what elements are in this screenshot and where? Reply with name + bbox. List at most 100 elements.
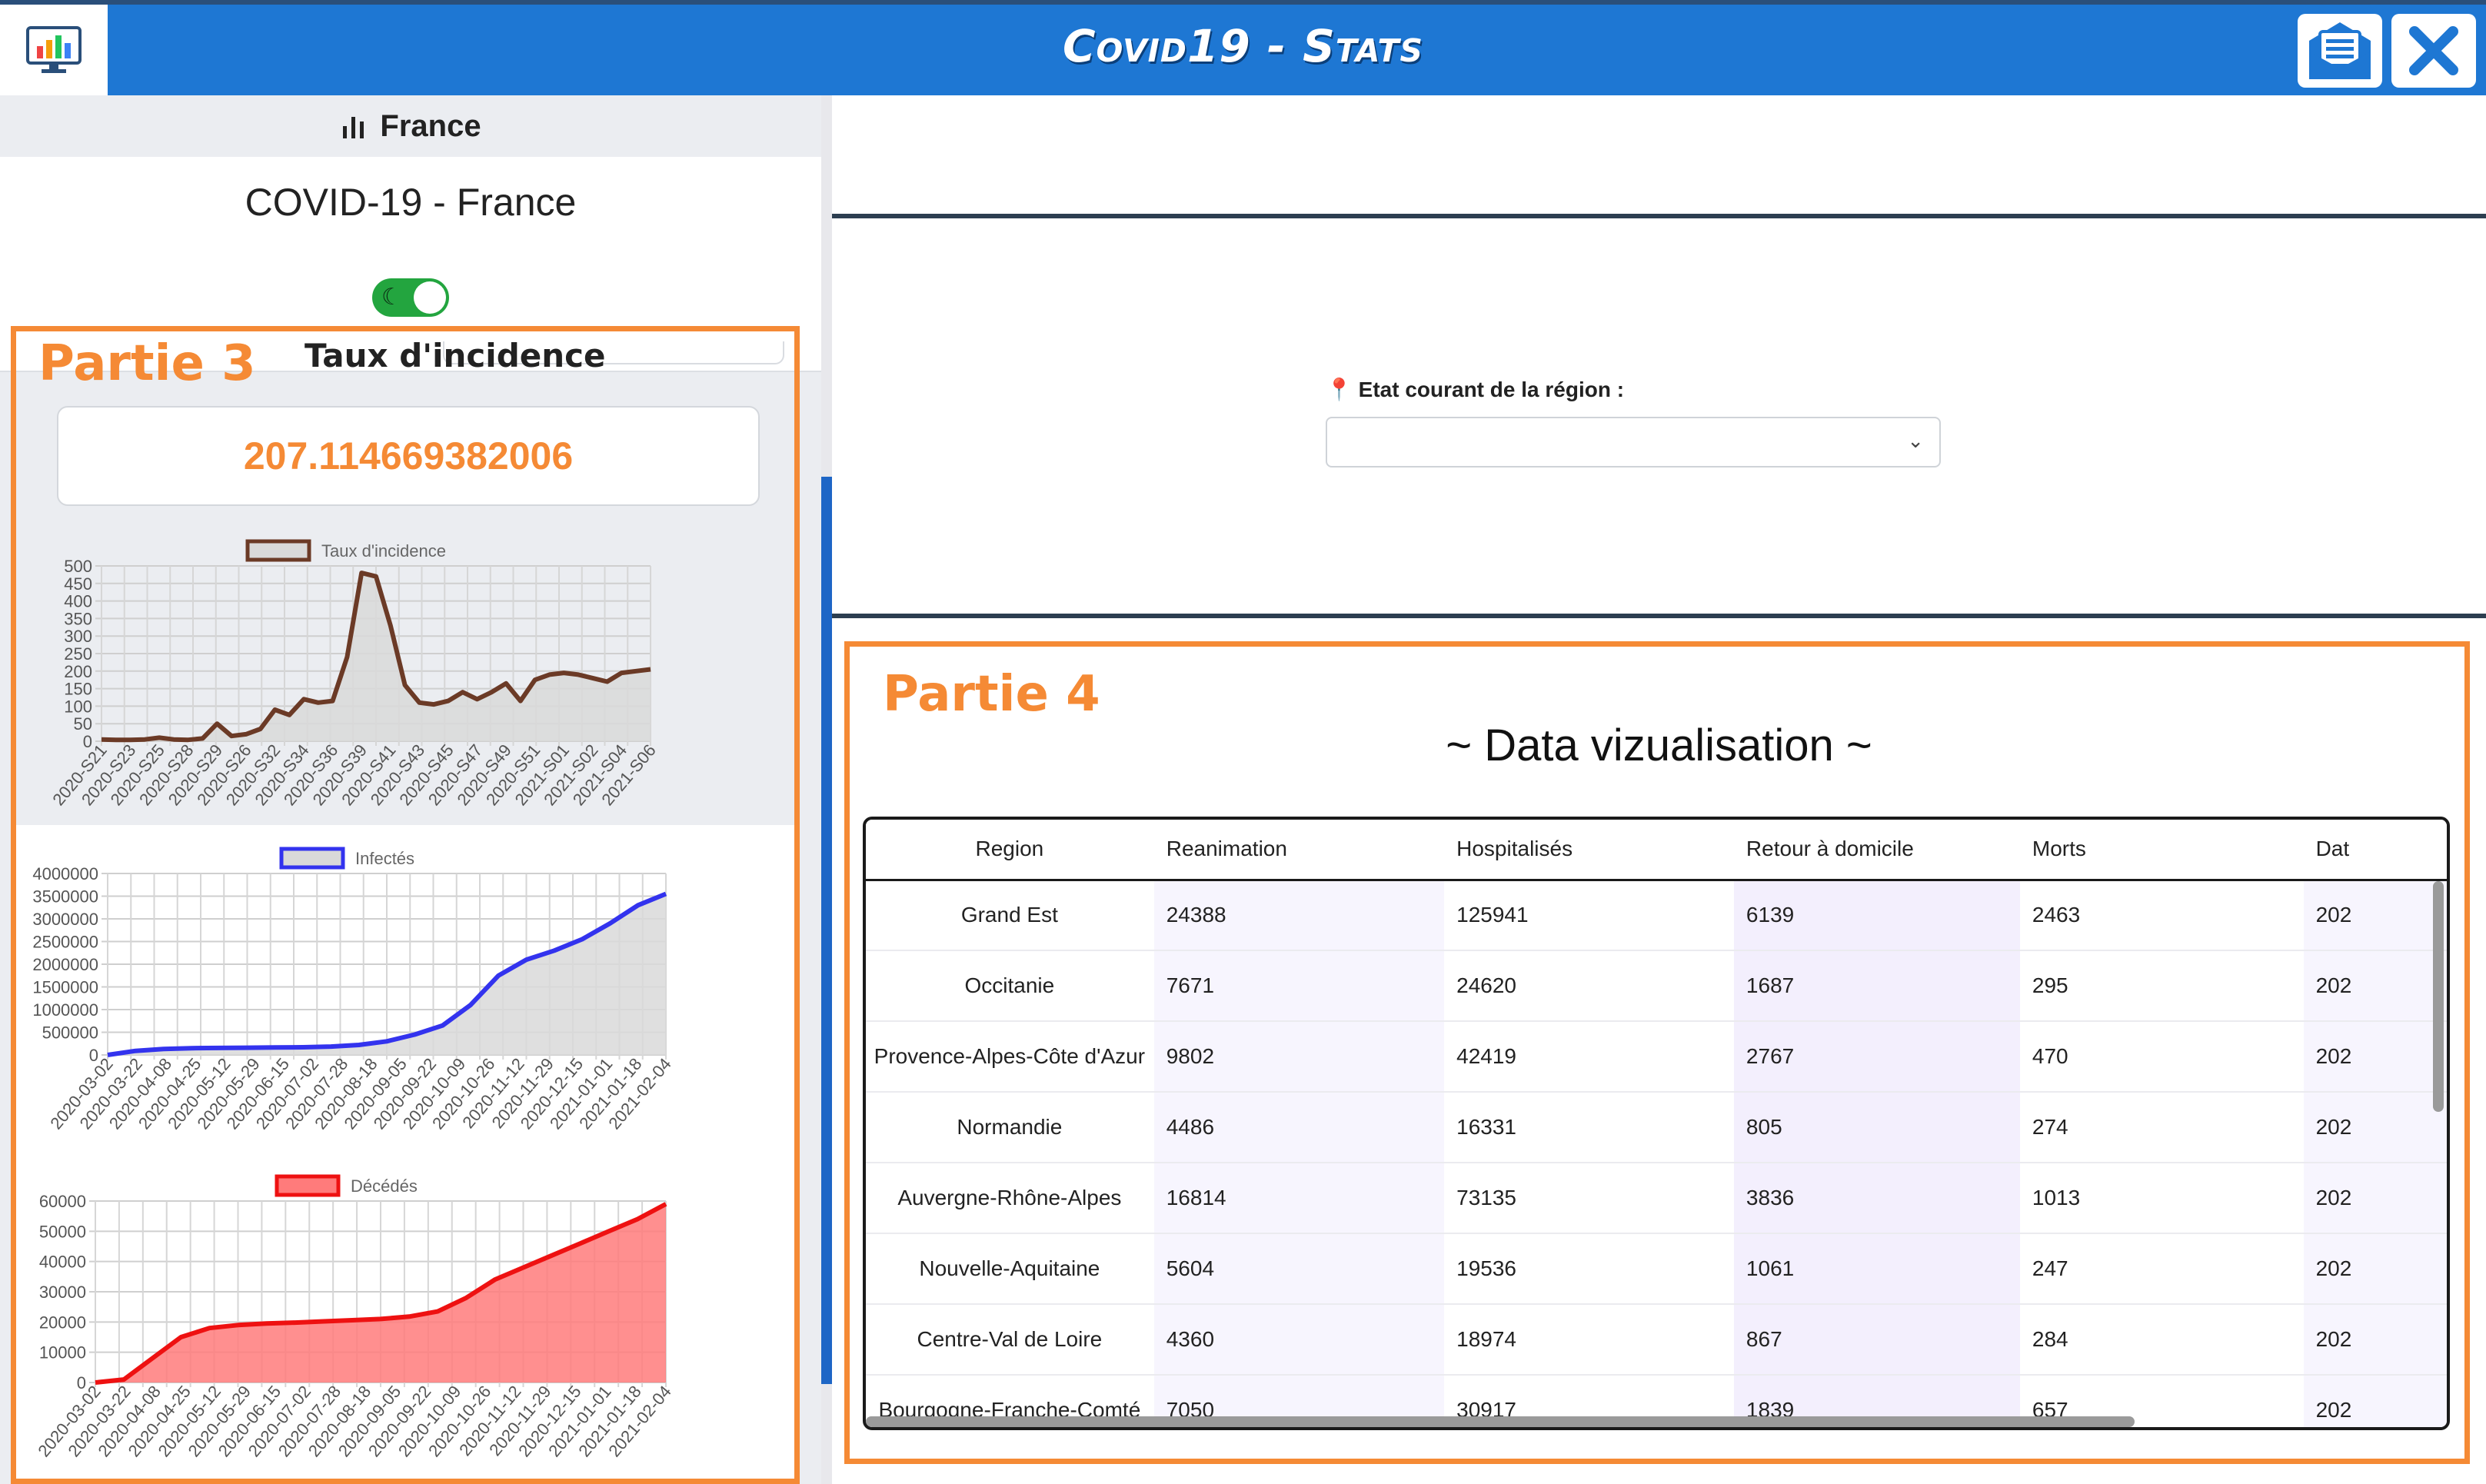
close-button[interactable] [2391, 14, 2476, 88]
cell-reanimation: 4486 [1153, 1092, 1445, 1163]
cell-date: 202 [2303, 880, 2447, 951]
cell-date: 202 [2303, 950, 2447, 1022]
cell-retour: 1061 [1733, 1233, 2020, 1305]
region-select[interactable]: ⌄ [1326, 417, 1941, 467]
cell-morts: 274 [2019, 1092, 2304, 1163]
chart-2-ytick-label: 60000 [39, 1192, 86, 1211]
cell-region: Occitanie [866, 950, 1154, 1022]
cell-morts: 247 [2019, 1233, 2304, 1305]
cell-date: 202 [2303, 1304, 2447, 1376]
table-row[interactable]: Centre-Val de Loire 4360 18974 867 284 202 [866, 1304, 2447, 1376]
dataviz-title: ~ Data vizualisation ~ [832, 720, 2486, 771]
cell-reanimation: 16814 [1153, 1163, 1445, 1234]
chart-1-ytick-label: 2500000 [32, 933, 98, 952]
messages-button[interactable] [2298, 14, 2382, 88]
chart-1-ytick-label: 3500000 [32, 887, 98, 907]
chart-2-ytick-label: 50000 [39, 1222, 86, 1241]
cell-date: 202 [2303, 1375, 2447, 1427]
table-header-row: Region Reanimation Hospitalisés Retour à… [866, 820, 2447, 881]
table-horizontal-scrollbar[interactable] [866, 1416, 2135, 1427]
cell-retour: 1687 [1733, 950, 2020, 1022]
left-scrollbar-thumb[interactable] [821, 477, 832, 1384]
chart-1-ytick-label: 1500000 [32, 978, 98, 997]
cell-retour: 2767 [1733, 1021, 2020, 1093]
cell-retour: 805 [1733, 1092, 2020, 1163]
chart-2-ytick-label: 40000 [39, 1253, 86, 1272]
chevron-down-icon: ⌄ [1907, 429, 1924, 452]
table-vertical-scrollbar[interactable] [2433, 881, 2444, 1112]
close-icon [2409, 26, 2458, 75]
chart-0-series-area [102, 573, 651, 741]
dataviz-title-text: ~ Data vizualisation ~ [1446, 720, 1872, 770]
col-header-hospitalises[interactable]: Hospitalisés [1444, 820, 1734, 881]
cell-hospitalises: 19536 [1444, 1233, 1734, 1305]
chart-1-ytick-label: 1000000 [32, 1000, 98, 1020]
cell-region: Provence-Alpes-Côte d'Azur [866, 1021, 1154, 1093]
chart-1-ytick-label: 500000 [42, 1023, 98, 1043]
cell-hospitalises: 42419 [1444, 1021, 1734, 1093]
cell-morts: 295 [2019, 950, 2304, 1022]
region-select-label-text: Etat courant de la région : [1358, 378, 1625, 401]
chart-2-ytick-label: 10000 [39, 1343, 86, 1363]
cell-date: 202 [2303, 1092, 2447, 1163]
chart-1-legend-label: Infectés [355, 849, 414, 868]
chart-1-legend-swatch [279, 847, 345, 870]
chart-0-ytick-label: 100 [64, 697, 92, 716]
cell-region: Auvergne-Rhône-Alpes [866, 1163, 1154, 1234]
col-header-region[interactable]: Region [866, 820, 1154, 881]
chart-0-ytick-label: 400 [64, 592, 92, 611]
cell-hospitalises: 24620 [1444, 950, 1734, 1022]
cell-region: Grand Est [866, 880, 1154, 951]
table-row[interactable]: Normandie 4486 16331 805 274 202 [866, 1092, 2447, 1163]
mail-list-icon [2309, 22, 2371, 79]
map-marker-icon: 📍 [1326, 378, 1353, 401]
table-row[interactable]: Provence-Alpes-Côte d'Azur 9802 42419 2767 4… [866, 1021, 2447, 1093]
chart-0-ytick-label: 450 [64, 574, 92, 594]
cell-region: Centre-Val de Loire [866, 1304, 1154, 1376]
cell-reanimation: 5604 [1153, 1233, 1445, 1305]
chart-0-legend-swatch [245, 539, 311, 562]
cell-reanimation: 4360 [1153, 1304, 1445, 1376]
chart-0-ytick-label: 250 [64, 644, 92, 664]
chart-1-ytick-label: 3000000 [32, 910, 98, 929]
chart-1-ytick-label: 2000000 [32, 955, 98, 974]
cell-date: 202 [2303, 1233, 2447, 1305]
cell-hospitalises: 125941 [1444, 880, 1734, 951]
col-header-reanimation[interactable]: Reanimation [1153, 820, 1445, 881]
cell-date: 202 [2303, 1021, 2447, 1093]
chart-0-ytick-label: 50 [74, 714, 92, 734]
cell-morts: 470 [2019, 1021, 2304, 1093]
data-table: Region Reanimation Hospitalisés Retour à… [866, 820, 2447, 1427]
chart-1-ytick-label: 4000000 [32, 864, 98, 883]
table-row[interactable]: Nouvelle-Aquitaine 5604 19536 1061 247 202 [866, 1233, 2447, 1305]
divider-top [832, 214, 2486, 218]
cell-region: Normandie [866, 1092, 1154, 1163]
table-row[interactable]: Grand Est 24388 125941 6139 2463 202 [866, 880, 2447, 951]
cell-reanimation: 24388 [1153, 880, 1445, 951]
chart-0-legend-label: Taux d'incidence [321, 541, 446, 561]
cell-morts: 1013 [2019, 1163, 2304, 1234]
table-row[interactable]: Occitanie 7671 24620 1687 295 202 [866, 950, 2447, 1022]
chart-2-ytick-label: 20000 [39, 1313, 86, 1332]
cell-reanimation: 9802 [1153, 1021, 1445, 1093]
chart-2-legend-label: Décédés [351, 1176, 418, 1196]
divider-bottom [832, 614, 2486, 618]
cell-hospitalises: 18974 [1444, 1304, 1734, 1376]
data-table-container[interactable]: Region Reanimation Hospitalisés Retour à… [863, 817, 2450, 1430]
chart-2-legend-swatch [275, 1174, 341, 1197]
table-row[interactable]: Auvergne-Rhône-Alpes 16814 73135 3836 1013 20… [866, 1163, 2447, 1234]
chart-0-ytick-label: 150 [64, 680, 92, 699]
partie-4-label: Partie 4 [883, 666, 1100, 723]
cell-morts: 2463 [2019, 880, 2304, 951]
table-body: Grand Est 24388 125941 6139 2463 202 Occitanie… [866, 880, 2447, 1427]
col-header-morts[interactable]: Morts [2019, 820, 2304, 881]
col-header-retour-domicile[interactable]: Retour à domicile [1733, 820, 2020, 881]
cell-retour: 6139 [1733, 880, 2020, 951]
cell-date: 202 [2303, 1163, 2447, 1234]
cell-morts: 284 [2019, 1304, 2304, 1376]
cell-reanimation: 7671 [1153, 950, 1445, 1022]
region-select-label: 📍 Etat courant de la région : [1326, 377, 1624, 402]
chart-0-ytick-label: 350 [64, 609, 92, 628]
cell-retour: 867 [1733, 1304, 2020, 1376]
col-header-date[interactable]: Dat [2303, 820, 2447, 881]
